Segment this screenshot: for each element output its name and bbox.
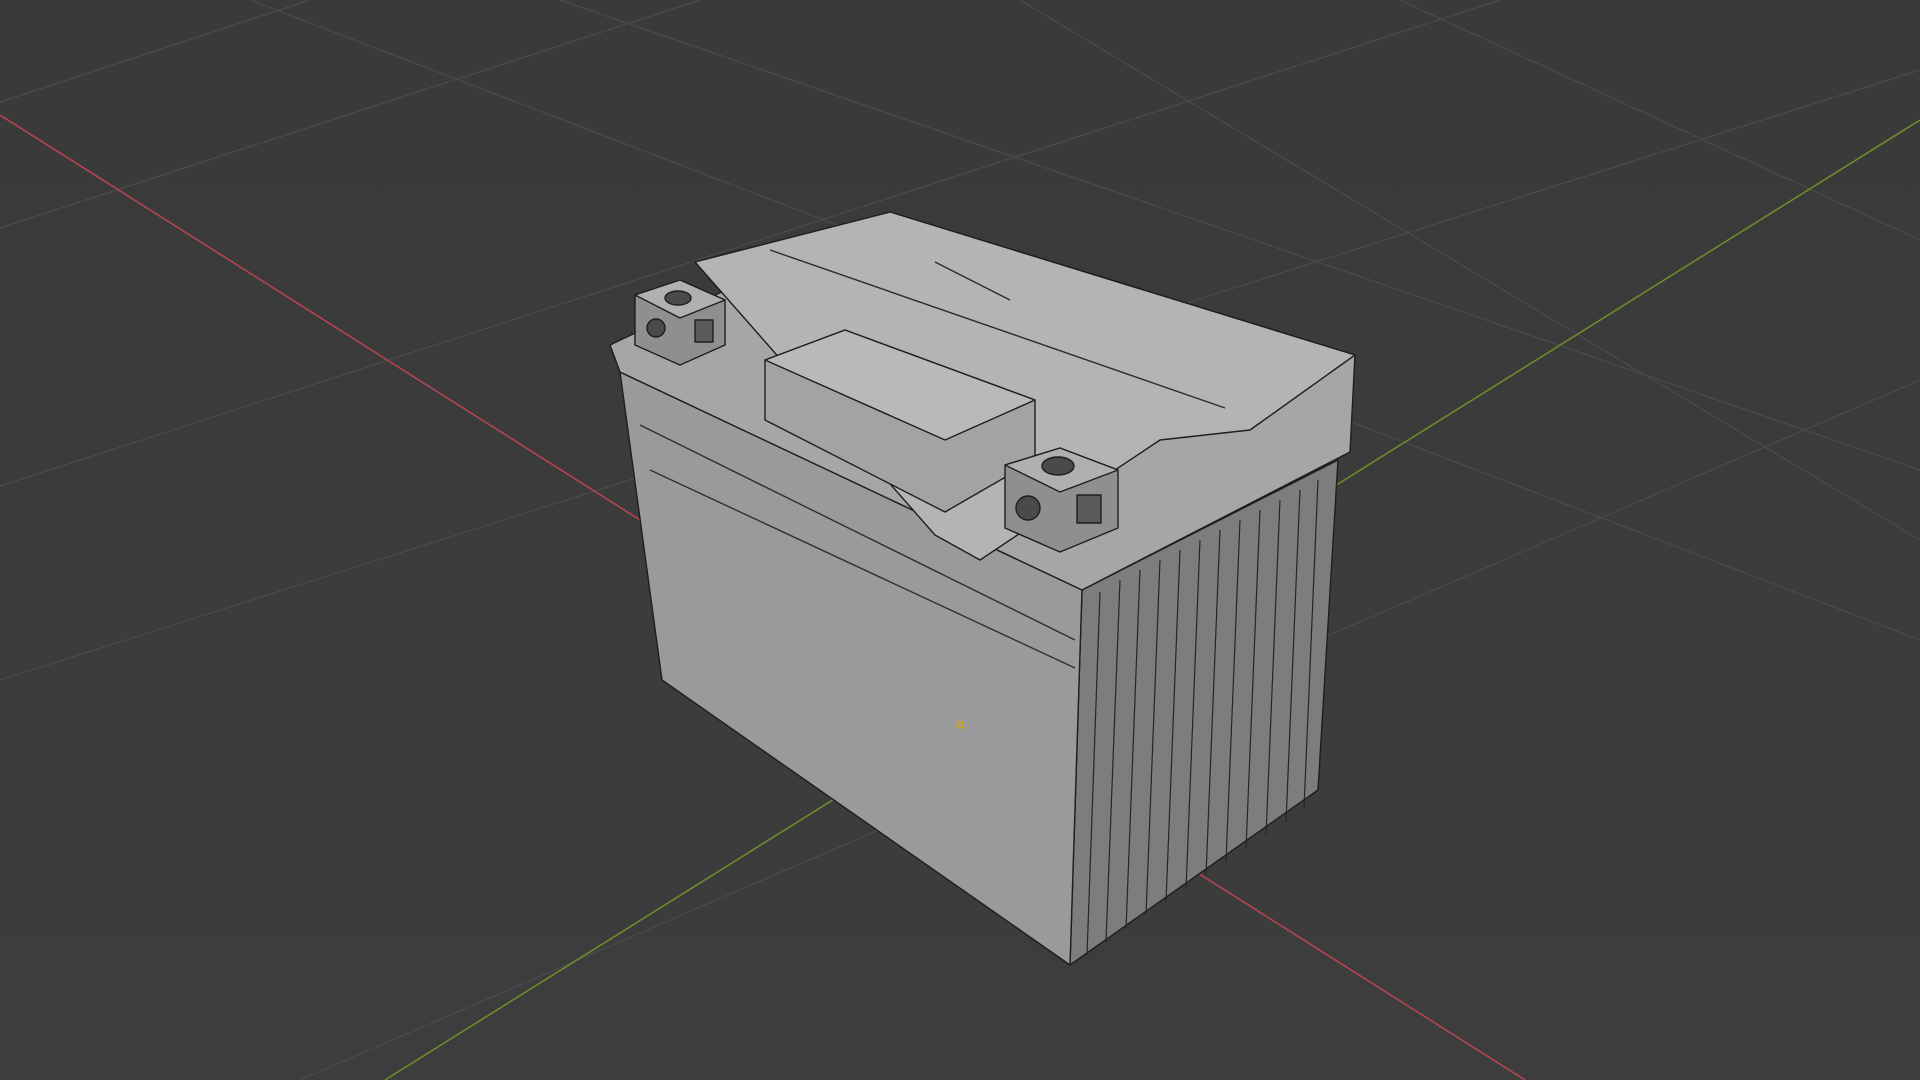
viewport-canvas[interactable] (0, 0, 1920, 1080)
3d-viewport[interactable] (0, 0, 1920, 1080)
